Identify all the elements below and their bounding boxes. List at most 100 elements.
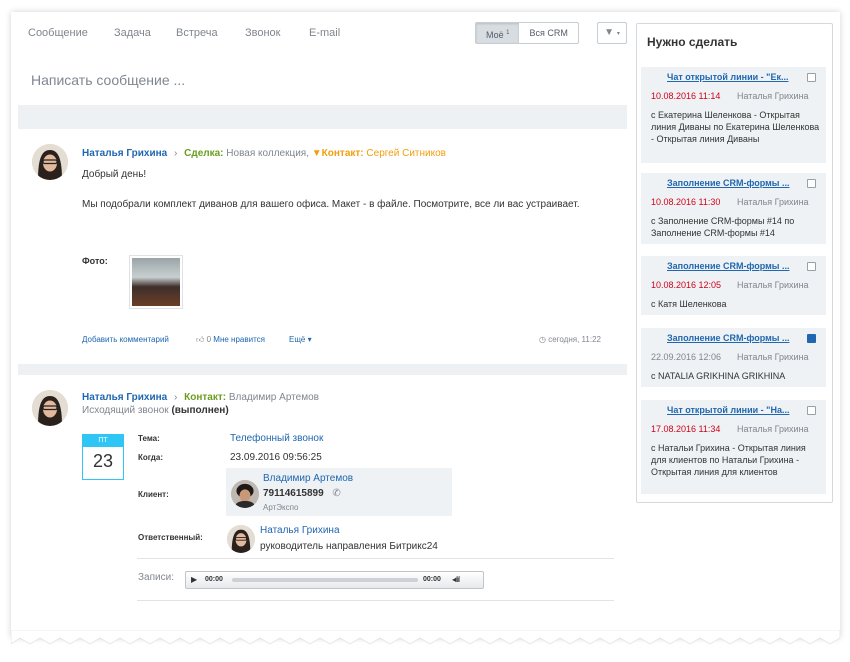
- when-value: 23.09.2016 09:56:25: [230, 452, 322, 463]
- todo-item-title[interactable]: Чат открытой линии - "На...: [667, 405, 789, 415]
- todo-item-title[interactable]: Заполнение CRM-формы ...: [667, 261, 789, 271]
- topic-link[interactable]: Телефонный звонок: [230, 433, 323, 444]
- more-label: Ещё: [289, 335, 306, 344]
- client-label: Клиент:: [138, 490, 169, 499]
- todo-item-title[interactable]: Чат открытой линии - "Ек...: [667, 72, 788, 82]
- thumbs-up-icon: 👍︎: [196, 335, 205, 344]
- deal-link[interactable]: Новая коллекция,: [226, 148, 309, 159]
- todo-item-title[interactable]: Заполнение CRM-формы ...: [667, 333, 789, 343]
- like-button[interactable]: 👍︎ 0 Мне нравится: [196, 335, 265, 345]
- author-link[interactable]: Наталья Грихина: [82, 392, 167, 403]
- post-timestamp: ◷ сегодня, 11:22: [539, 335, 601, 344]
- client-phone: 79114615899 ✆: [263, 488, 341, 499]
- add-comment-link[interactable]: Добавить комментарий: [82, 335, 169, 344]
- photo-thumbnail[interactable]: [129, 255, 183, 309]
- todo-item-date: 10.08.2016 11:14: [651, 91, 721, 101]
- todo-item-text: с NATALIA GRIKHINA GRIKHINA: [651, 371, 786, 381]
- chevron-right-icon: ›: [174, 392, 178, 403]
- todo-item[interactable]: Заполнение CRM-формы ... 10.08.2016 12:0…: [641, 256, 826, 315]
- todo-item[interactable]: Заполнение CRM-формы ... 22.09.2016 12:0…: [641, 328, 826, 387]
- todo-item-text: с Екатерина Шеленкова - Открытая линия Д…: [651, 110, 820, 144]
- all-crm-button[interactable]: Вся CRM: [519, 23, 577, 43]
- tab-message[interactable]: Сообщение: [28, 27, 88, 39]
- topic-label: Тема:: [138, 434, 160, 443]
- deal-label: Сделка:: [184, 148, 224, 159]
- audio-player: ▶ 00:00 00:00 ◂ılıl: [185, 571, 484, 589]
- chevron-right-icon: ›: [174, 148, 178, 159]
- chevron-down-icon: ▾: [616, 31, 620, 37]
- todo-item-text: с Натальи Грихина - Открытая линия для к…: [651, 443, 806, 477]
- phone-icon[interactable]: ✆: [332, 488, 340, 499]
- tab-email[interactable]: E-mail: [309, 27, 340, 39]
- volume-icon[interactable]: ◂ılıl: [452, 575, 460, 584]
- contact-link[interactable]: Сергей Ситников: [366, 148, 446, 159]
- separator: [137, 558, 614, 559]
- when-label: Когда:: [138, 453, 163, 462]
- total-time: 00:00: [423, 576, 441, 583]
- funnel-icon: ▼: [311, 148, 322, 159]
- todo-checkbox[interactable]: [807, 262, 816, 271]
- todo-item-date: 10.08.2016 11:30: [651, 197, 721, 207]
- tab-meeting[interactable]: Встреча: [176, 27, 218, 39]
- avatar[interactable]: [32, 390, 68, 426]
- tab-call[interactable]: Звонок: [245, 27, 281, 39]
- post-header: Наталья Грихина › Сделка: Новая коллекци…: [82, 148, 446, 159]
- contact-label: Контакт:: [184, 392, 227, 403]
- todo-item-text: с Катя Шеленкова: [651, 299, 727, 309]
- client-company: АртЭкспо: [263, 503, 299, 512]
- todo-item-title[interactable]: Заполнение CRM-формы ...: [667, 178, 789, 188]
- avatar[interactable]: [32, 144, 68, 180]
- todo-item-owner: Наталья Грихина: [737, 352, 809, 362]
- seek-bar[interactable]: [232, 578, 418, 582]
- separator: [137, 600, 614, 601]
- todo-checkbox[interactable]: [807, 179, 816, 188]
- play-icon[interactable]: ▶: [191, 575, 197, 584]
- client-avatar[interactable]: [231, 480, 259, 508]
- todo-title: Нужно сделать: [647, 35, 738, 49]
- funnel-icon: ▼: [604, 27, 615, 38]
- torn-edge: [11, 630, 840, 645]
- mine-count: 1: [506, 30, 510, 36]
- compose-input[interactable]: Написать сообщение ...: [31, 72, 185, 88]
- responsible-title: руководитель направления Битрикс24: [260, 541, 438, 552]
- caret-down-icon: ▾: [307, 335, 312, 344]
- feed-divider: [18, 105, 627, 129]
- clock-icon: ◷: [539, 335, 546, 344]
- like-label: Мне нравится: [213, 335, 265, 344]
- call-subtitle: Исходящий звонок (выполнен): [82, 405, 229, 416]
- contact-link[interactable]: Владимир Артемов: [229, 392, 319, 403]
- mine-button[interactable]: Моё 1: [476, 23, 520, 43]
- todo-checkbox[interactable]: [807, 334, 816, 343]
- todo-item-date: 22.09.2016 12:06: [651, 352, 722, 362]
- scope-toggle: Моё 1 Вся CRM: [475, 22, 579, 44]
- responsible-label: Ответственный:: [138, 533, 203, 542]
- todo-item-owner: Наталья Грихина: [737, 280, 809, 290]
- client-name-link[interactable]: Владимир Артемов: [263, 473, 353, 484]
- author-link[interactable]: Наталья Грихина: [82, 148, 167, 159]
- responsible-name-link[interactable]: Наталья Грихина: [260, 525, 340, 536]
- records-label: Записи:: [138, 572, 174, 583]
- todo-item-owner: Наталья Грихина: [737, 91, 809, 101]
- todo-item-text: с Заполнение CRM-формы #14 по Заполнение…: [651, 216, 795, 238]
- call-status: (выполнен): [171, 405, 229, 416]
- todo-item[interactable]: Чат открытой линии - "Ек... 10.08.2016 1…: [641, 67, 826, 163]
- time-text: сегодня, 11:22: [548, 335, 601, 344]
- todo-item-owner: Наталья Грихина: [737, 424, 809, 434]
- todo-item-owner: Наталья Грихина: [737, 197, 809, 207]
- post-greeting: Добрый день!: [82, 169, 147, 180]
- tab-task[interactable]: Задача: [114, 27, 151, 39]
- filter-button[interactable]: ▼ ▾: [597, 22, 627, 44]
- todo-checkbox[interactable]: [807, 73, 816, 82]
- client-phone-number[interactable]: 79114615899: [263, 488, 324, 499]
- feed-divider: [18, 364, 627, 375]
- responsible-avatar[interactable]: [227, 525, 255, 553]
- calendar-weekday: ПТ: [83, 435, 123, 447]
- todo-checkbox[interactable]: [807, 406, 816, 415]
- todo-item[interactable]: Чат открытой линии - "На... 17.08.2016 1…: [641, 400, 826, 494]
- photo-label: Фото:: [82, 256, 108, 266]
- calendar-day: 23: [92, 451, 114, 471]
- call-type: Исходящий звонок: [82, 405, 169, 416]
- more-menu[interactable]: Ещё ▾: [289, 335, 312, 344]
- todo-item[interactable]: Заполнение CRM-формы ... 10.08.2016 11:3…: [641, 173, 826, 244]
- post-header: Наталья Грихина › Контакт: Владимир Арте…: [82, 392, 319, 403]
